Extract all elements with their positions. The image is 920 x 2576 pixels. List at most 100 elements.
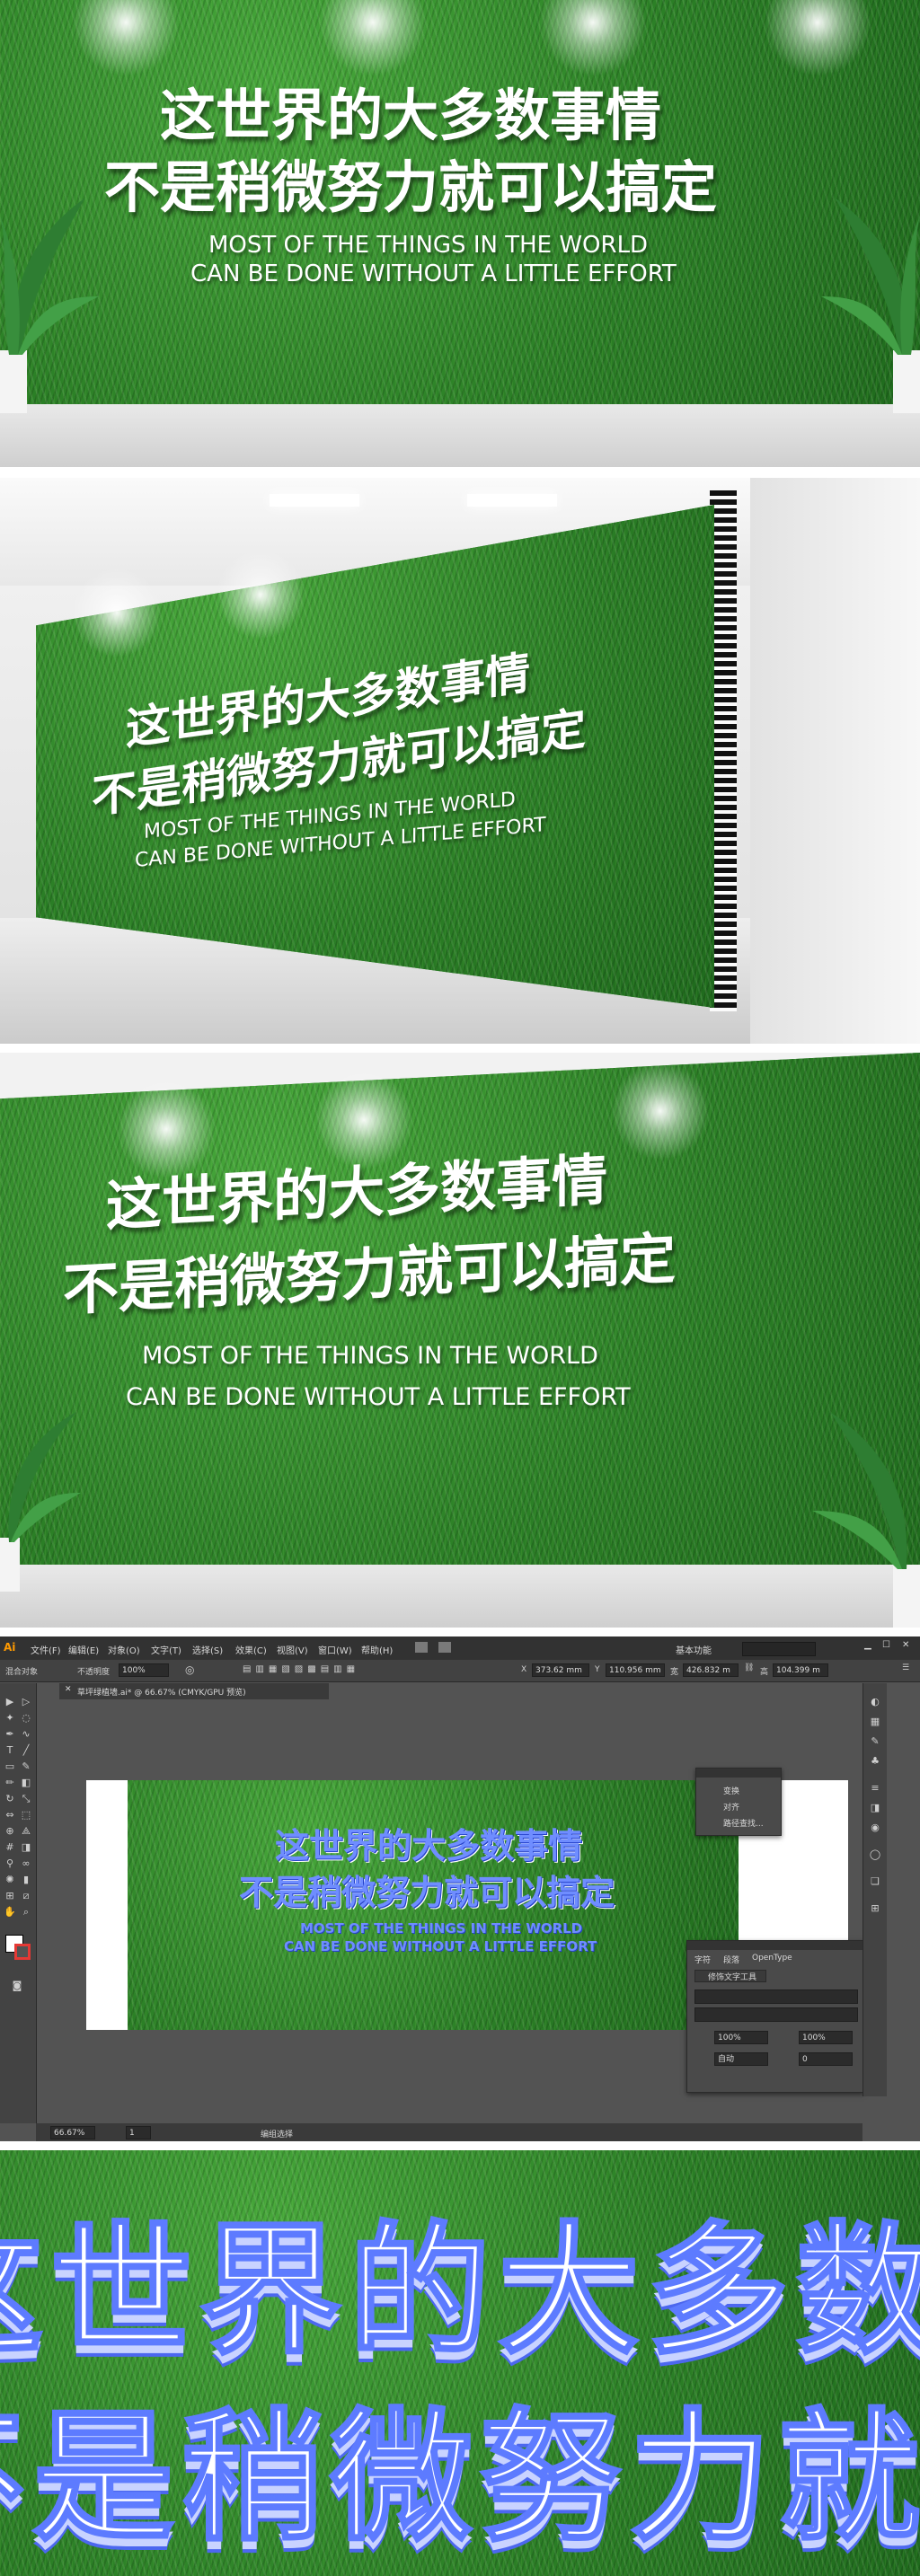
x-field[interactable]: 373.62 mm (532, 1663, 589, 1677)
stroke-panel-icon[interactable]: ≡ (869, 1782, 881, 1795)
menu-effect[interactable]: 效果(C) (235, 1643, 267, 1656)
globe-icon[interactable]: ◎ (185, 1663, 194, 1676)
status-bar: 66.67% 1 编组选择 (36, 2123, 862, 2141)
stroke-swatch[interactable] (14, 1944, 31, 1960)
selection-tool-icon[interactable]: ▶ (4, 1696, 16, 1708)
artwork-line-2[interactable]: 不是稍微努力就可以搞定 (239, 1865, 615, 1914)
tab-paragraph[interactable]: 段落 (723, 1954, 739, 1965)
font-style-field[interactable] (694, 2007, 858, 2022)
eyedropper-icon[interactable]: ⚲ (4, 1857, 16, 1870)
link-icon[interactable]: ⛓ (744, 1663, 754, 1672)
draw-mode-icon[interactable]: ◙ (11, 1980, 23, 1992)
menu-view[interactable]: 视图(V) (277, 1643, 308, 1656)
free-transform-icon[interactable]: ⬚ (20, 1809, 32, 1822)
appearance-panel-icon[interactable]: ◯ (869, 1848, 881, 1861)
maximize-icon[interactable]: ☐ (882, 1640, 890, 1650)
h-field[interactable]: 104.399 m (773, 1663, 828, 1677)
slice-tool-icon[interactable]: ⧄ (20, 1890, 32, 1902)
vertical-scale-field[interactable]: 100% (714, 2031, 768, 2044)
lasso-icon[interactable]: ◌ (20, 1712, 32, 1725)
blend-tool-icon[interactable]: ∞ (20, 1857, 32, 1870)
swatches-panel-icon[interactable]: ▦ (869, 1716, 881, 1728)
graph-tool-icon[interactable]: ▮ (20, 1874, 32, 1886)
potted-plant-right (821, 198, 920, 413)
mesh-tool-icon[interactable]: # (4, 1841, 16, 1854)
menu-object[interactable]: 对象(O) (108, 1643, 140, 1656)
document-tab[interactable]: 草坪绿植墙.ai* @ 66.67% (CMYK/GPU 预览) ✕ (59, 1683, 329, 1699)
symbols-panel-icon[interactable]: ♣ (869, 1755, 881, 1768)
rotate-tool-icon[interactable]: ↻ (4, 1793, 16, 1805)
zoom-field[interactable]: 66.67% (50, 2126, 95, 2139)
w-field[interactable]: 426.832 m (683, 1663, 739, 1677)
pen-tool-icon[interactable]: ✒ (4, 1728, 16, 1741)
perspective-icon[interactable]: ⟁ (20, 1825, 32, 1838)
hand-tool-icon[interactable]: ✋ (4, 1906, 16, 1919)
leading-field[interactable]: 自动 (714, 2052, 768, 2066)
eraser-tool-icon[interactable]: ◧ (20, 1777, 32, 1789)
tab-character[interactable]: 字符 (694, 1954, 711, 1965)
font-family-field[interactable] (694, 1989, 858, 2004)
shape-builder-icon[interactable]: ⊕ (4, 1825, 16, 1838)
layout-icon[interactable] (438, 1642, 451, 1653)
gradient-tool-icon[interactable]: ◨ (20, 1841, 32, 1854)
gradient-panel-icon[interactable]: ◨ (869, 1802, 881, 1814)
x-label: X (521, 1665, 527, 1674)
magic-wand-icon[interactable]: ✦ (4, 1712, 16, 1725)
minimize-icon[interactable]: ▁ (864, 1640, 871, 1650)
menu-type[interactable]: 文字(T) (151, 1643, 181, 1656)
document-tab-label: 草坪绿植墙.ai* @ 66.67% (CMYK/GPU 预览) (77, 1689, 246, 1698)
symbol-sprayer-icon[interactable]: ✺ (4, 1874, 16, 1886)
horizontal-scale-field[interactable]: 100% (799, 2031, 853, 2044)
layers-panel-icon[interactable]: ❏ (869, 1875, 881, 1888)
brush-tool-icon[interactable]: ✎ (20, 1760, 32, 1773)
pencil-tool-icon[interactable]: ✏ (4, 1777, 16, 1789)
artwork-english-1[interactable]: MOST OF THE THINGS IN THE WORLD (300, 1920, 582, 1936)
float-menu-transform[interactable]: 变换 (723, 1785, 739, 1796)
potted-plant-left (0, 1412, 81, 1592)
control-bar: 混合对象 不透明度 100% ◎ ▤▥▦▧▨▩▤▥▦ X 373.62 mm Y… (0, 1660, 920, 1682)
english-line-2: CAN BE DONE WITHOUT A LITTLE EFFORT (126, 1383, 631, 1411)
menu-select[interactable]: 选择(S) (192, 1643, 223, 1656)
menu-edit[interactable]: 编辑(E) (68, 1643, 99, 1656)
width-tool-icon[interactable]: ⇔ (4, 1809, 16, 1822)
brushes-panel-icon[interactable]: ✎ (869, 1735, 881, 1748)
transparency-panel-icon[interactable]: ◉ (869, 1822, 881, 1834)
touch-type-button[interactable]: 修饰文字工具 (694, 1970, 766, 1982)
direct-selection-tool-icon[interactable]: ▷ (20, 1696, 32, 1708)
page-field[interactable]: 1 (126, 2126, 151, 2139)
float-menu-align[interactable]: 对齐 (723, 1801, 739, 1813)
menu-icon[interactable]: ☰ (902, 1663, 909, 1672)
line-tool-icon[interactable]: ╱ (20, 1744, 32, 1757)
tab-opentype[interactable]: OpenType (752, 1954, 792, 1963)
opacity-field[interactable]: 100% (119, 1663, 169, 1677)
curvature-icon[interactable]: ∿ (20, 1728, 32, 1741)
scene-panel-2: 这世界的大多数事情 不是稍微努力就可以搞定 MOST OF THE THINGS… (0, 478, 920, 1044)
artboards-panel-icon[interactable]: ⊞ (869, 1902, 881, 1915)
baseline-field[interactable]: 0 (799, 2052, 853, 2066)
color-panel-icon[interactable]: ◐ (869, 1696, 881, 1708)
potted-plant-right (812, 1412, 920, 1628)
float-menu-pathfinder[interactable]: 路径查找... (723, 1817, 764, 1829)
zoom-tool-icon[interactable]: ⌕ (20, 1906, 32, 1919)
search-icon[interactable] (742, 1642, 816, 1656)
menu-window[interactable]: 窗口(W) (318, 1643, 352, 1656)
headline-line-2: 不是稍微努力就可以搞定 (104, 154, 718, 220)
scale-tool-icon[interactable]: ⤡ (20, 1793, 32, 1805)
rectangle-tool-icon[interactable]: ▭ (4, 1760, 16, 1773)
workspace-switcher[interactable]: 基本功能 (676, 1643, 712, 1656)
y-field[interactable]: 110.956 mm (606, 1663, 665, 1677)
artwork-english-2[interactable]: CAN BE DONE WITHOUT A LITTLE EFFORT (284, 1938, 597, 1954)
floor (0, 1565, 920, 1628)
close-tab-icon[interactable]: ✕ (65, 1685, 72, 1694)
align-icons[interactable]: ▤▥▦▧▨▩▤▥▦ (243, 1664, 359, 1674)
type-tool-icon[interactable]: T (4, 1744, 16, 1757)
h-label: 高 (760, 1668, 769, 1677)
artboard-tool-icon[interactable]: ⊞ (4, 1890, 16, 1902)
menu-help[interactable]: 帮助(H) (361, 1643, 393, 1656)
menu-file[interactable]: 文件(F) (31, 1643, 61, 1656)
selection-type: 混合对象 (5, 1668, 39, 1677)
artwork-line-1[interactable]: 这世界的大多数事情 (275, 1818, 582, 1867)
bridge-icon[interactable] (415, 1642, 428, 1653)
close-icon[interactable]: ✕ (902, 1640, 909, 1650)
closeup-panel: 这世界的大多数事情 不是稍微努力就可以搞定 (0, 2150, 920, 2576)
